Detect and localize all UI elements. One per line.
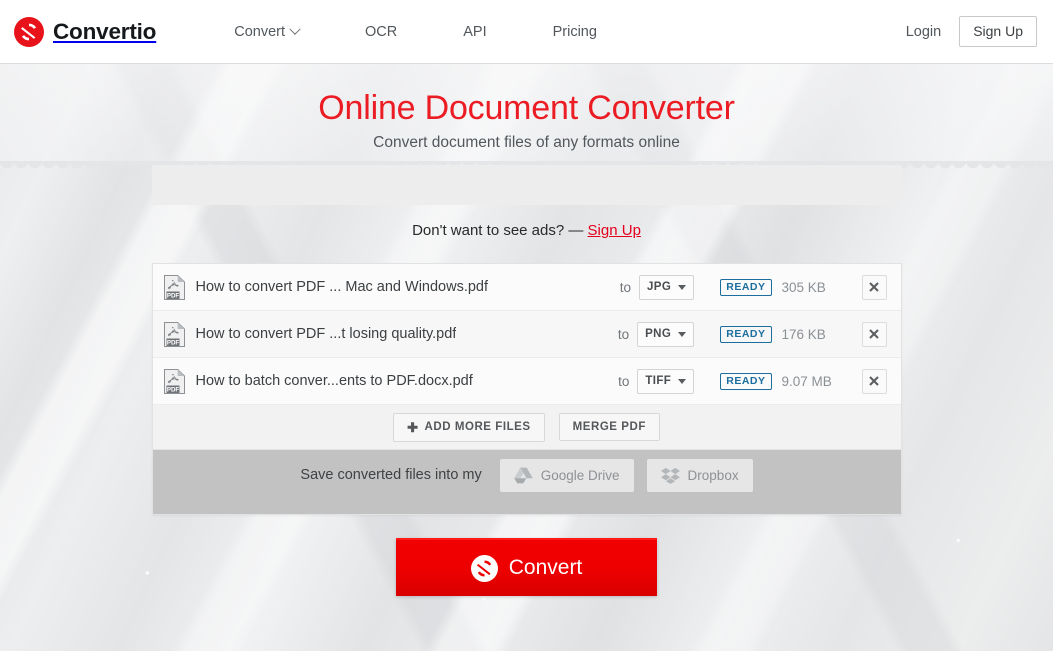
convert-section: Convert <box>0 538 1053 597</box>
file-name: How to convert PDF ... Mac and Windows.p… <box>195 279 489 296</box>
svg-text:PDF: PDF <box>166 292 179 299</box>
main-content: Don't want to see ads? — Sign Up PDF How… <box>0 165 1053 597</box>
google-drive-label: Google Drive <box>540 467 620 483</box>
nav-item-api[interactable]: API <box>430 1 519 63</box>
google-drive-icon <box>513 467 533 484</box>
no-ads-signup-link[interactable]: Sign Up <box>588 222 641 239</box>
page-root: Convertio Convert OCR API Pricing Login … <box>0 0 1053 651</box>
dropbox-icon <box>660 467 680 484</box>
site-header: Convertio Convert OCR API Pricing Login … <box>0 0 1053 64</box>
login-link[interactable]: Login <box>906 24 941 40</box>
file-row-controls: to TIFF READY 9.07 MB <box>618 368 887 394</box>
status-badge: READY <box>720 278 772 297</box>
pdf-file-icon: PDF <box>163 321 185 347</box>
close-icon <box>869 282 879 293</box>
brand-name: Convertio <box>53 18 157 44</box>
status-badge: READY <box>720 372 772 391</box>
chevron-down-icon <box>678 378 687 384</box>
to-label: to <box>618 373 630 389</box>
no-ads-note-text: Don't want to see ads? — <box>412 222 588 240</box>
file-size: 176 KB <box>781 326 826 342</box>
merge-pdf-button[interactable]: MERGE PDF <box>558 413 660 442</box>
signup-button[interactable]: Sign Up <box>959 16 1037 47</box>
svg-text:PDF: PDF <box>166 339 179 346</box>
add-more-files-button[interactable]: ✚ ADD MORE FILES <box>393 412 545 442</box>
remove-file-button[interactable] <box>861 321 887 347</box>
convertio-refresh-logo-icon <box>14 16 44 47</box>
file-actions-bar: ✚ ADD MORE FILES MERGE PDF <box>152 405 901 451</box>
file-row-controls: to JPG READY 305 KB <box>619 274 887 300</box>
to-label: to <box>617 326 630 342</box>
dropbox-button[interactable]: Dropbox <box>646 458 753 492</box>
remove-file-button[interactable] <box>861 274 887 300</box>
file-name: How to batch conver...ents to PDF.docx.p… <box>195 373 473 390</box>
file-name: How to convert PDF ...t losing quality.p… <box>195 326 457 343</box>
header-actions: Login Sign Up <box>906 16 1037 47</box>
output-format-value: JPG <box>647 281 672 294</box>
output-format-select[interactable]: TIFF <box>637 368 695 394</box>
page-title: Online Document Converter <box>318 89 735 127</box>
cloud-save-label: Save converted files into my <box>300 467 482 484</box>
output-format-value: PNG <box>645 328 672 341</box>
nav-item-ocr[interactable]: OCR <box>332 1 430 63</box>
google-drive-button[interactable]: Google Drive <box>499 458 634 492</box>
plus-icon: ✚ <box>407 419 419 435</box>
no-ads-note: Don't want to see ads? — Sign Up <box>0 222 1053 239</box>
file-size: 9.07 MB <box>781 373 832 389</box>
add-more-files-label: ADD MORE FILES <box>424 421 531 434</box>
cloud-save-bar: Save converted files into my Google Driv… <box>152 450 901 501</box>
ad-placeholder <box>151 165 902 206</box>
nav-item-convert[interactable]: Convert <box>234 1 332 63</box>
table-row: PDF How to convert PDF ... Mac and Windo… <box>152 264 901 312</box>
hero-section: Online Document Converter Convert docume… <box>0 64 1053 152</box>
to-label: to <box>619 279 632 295</box>
file-row-controls: to PNG READY 176 KB <box>617 321 887 347</box>
file-size: 305 KB <box>781 279 826 295</box>
file-list-card: PDF How to convert PDF ... Mac and Windo… <box>151 263 902 516</box>
pdf-file-icon: PDF <box>163 368 185 394</box>
table-row: PDF How to batch conver...ents to PDF.do… <box>152 358 901 406</box>
remove-file-button[interactable] <box>861 368 887 394</box>
chevron-down-icon <box>289 23 301 35</box>
dropbox-label: Dropbox <box>687 467 739 483</box>
nav-item-pricing[interactable]: Pricing <box>520 1 630 63</box>
table-row: PDF How to convert PDF ...t losing quali… <box>152 311 901 359</box>
output-format-select[interactable]: JPG <box>639 274 695 300</box>
status-badge: READY <box>720 325 772 344</box>
chevron-down-icon <box>678 331 687 337</box>
page-subtitle: Convert document files of any formats on… <box>373 134 680 152</box>
convert-button-label: Convert <box>508 556 583 580</box>
convert-button[interactable]: Convert <box>396 538 657 597</box>
cloud-bar-spacer <box>152 500 901 515</box>
pdf-file-icon: PDF <box>163 274 185 300</box>
close-icon <box>869 329 879 340</box>
output-format-value: TIFF <box>645 375 672 388</box>
convertio-refresh-logo-icon <box>470 554 498 582</box>
chevron-down-icon <box>678 284 687 290</box>
output-format-select[interactable]: PNG <box>637 321 695 347</box>
brand-logo-link[interactable]: Convertio <box>14 16 157 47</box>
main-nav: Convert OCR API Pricing <box>234 1 630 63</box>
svg-text:PDF: PDF <box>166 386 179 393</box>
close-icon <box>869 376 879 387</box>
nav-item-convert-label: Convert <box>234 23 285 40</box>
